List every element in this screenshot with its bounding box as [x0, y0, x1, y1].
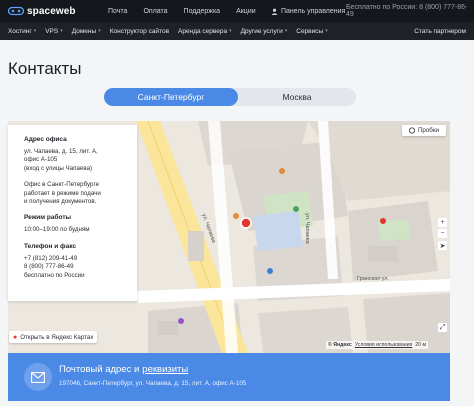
logo[interactable]: spaceweb	[8, 4, 76, 18]
terms-of-use-link[interactable]: Условия использования	[355, 342, 413, 348]
geolocation-button[interactable]: ➤	[438, 241, 447, 250]
services-nav-label: Домены	[71, 27, 97, 35]
fullscreen-button[interactable]: ⤢	[438, 323, 447, 332]
services-nav-item[interactable]: Домены ▾	[72, 28, 101, 35]
address-line: (вход с улицы Чапаева)	[24, 164, 93, 172]
nav-mail[interactable]: Почта	[108, 8, 127, 15]
traffic-light-icon	[408, 127, 415, 134]
postal-address: 197046, Санкт-Петербург, ул. Чапаева, д.…	[59, 380, 247, 387]
phone-free[interactable]: 8 (800) 777-86-49	[24, 263, 127, 271]
street-label-granskaya: Гранская ул.	[357, 276, 390, 282]
user-icon	[271, 8, 278, 15]
zoom-in-button[interactable]: +	[438, 218, 447, 227]
chevron-down-icon: ▾	[284, 28, 288, 34]
postal-address-banner: Почтовый адрес и реквизиты 197046, Санкт…	[8, 353, 450, 401]
top-nav: Почта Оплата Поддержка Акции	[108, 0, 256, 22]
phone-free-note: бесплатно по России	[24, 271, 85, 279]
chevron-down-icon: ▾	[229, 28, 232, 34]
logo-text: spaceweb	[27, 5, 76, 17]
nav-support[interactable]: Поддержка	[184, 8, 221, 15]
services-nav-label: Конструктор сайтов	[109, 27, 170, 35]
address-line: ул. Чапаева, д. 15, лит. А,	[24, 148, 98, 155]
envelope-icon	[24, 363, 52, 391]
services-nav-label: VPS	[45, 27, 59, 35]
phone-local[interactable]: +7 (812) 209-41-49	[24, 255, 127, 263]
spaceweb-logo-icon	[8, 6, 24, 16]
services-nav-label: Аренда сервера	[178, 27, 228, 35]
chevron-down-icon: ▾	[60, 28, 63, 34]
become-partner-link[interactable]: Стать партнером	[414, 22, 466, 40]
zoom-out-button[interactable]: −	[438, 229, 447, 238]
map-scale: 20 м	[415, 342, 427, 348]
open-in-yandex-maps-label: Открыть в Яндекс Картах	[20, 333, 94, 341]
top-bar: spaceweb Почта Оплата Поддержка Акции Па…	[0, 0, 474, 22]
free-call: Бесплатно по России: 8 (800) 777-86-49	[346, 0, 474, 22]
postal-title: Почтовый адрес и реквизиты	[59, 364, 188, 375]
nav-payment[interactable]: Оплата	[143, 8, 167, 15]
services-nav-item[interactable]: VPS ▾	[45, 28, 63, 35]
office-note-line: работает в режиме подачи	[24, 189, 101, 197]
services-nav-items: Хостинг ▾ VPS ▾ Домены ▾ Конструктор сайтов Аре…	[8, 22, 328, 40]
map-pin-icon: ●	[13, 333, 18, 341]
city-switch: Санкт-Петербург Москва	[104, 88, 356, 106]
page-title: Контакты	[8, 59, 82, 78]
yandex-copyright: © Яндекс	[328, 342, 352, 348]
control-panel-label: Панель управления	[281, 7, 346, 15]
open-in-yandex-maps-button[interactable]: ● Открыть в Яндекс Картах	[9, 331, 98, 343]
nav-promotions[interactable]: Акции	[236, 8, 256, 15]
chevron-down-icon: ▾	[98, 28, 101, 34]
services-nav-label: Сервисы	[296, 27, 324, 35]
postal-title-prefix: Почтовый адрес и	[59, 364, 140, 375]
traffic-button[interactable]: Пробки	[402, 125, 446, 136]
office-note-line: и получения документов.	[24, 198, 97, 206]
hours-heading: Режим работы	[24, 214, 72, 222]
office-note-line: Офис в Санкт-Петербурге	[24, 181, 100, 189]
services-nav-item[interactable]: Аренда сервера ▾	[178, 28, 232, 35]
free-call-text: Бесплатно по России: 8 (800) 777-86-49	[346, 4, 468, 18]
chevron-down-icon: ▾	[325, 28, 328, 34]
hours-text: 10:00–19:00 по будням	[24, 226, 90, 234]
street-label-chapaeva-2: ул. Чапаева	[304, 213, 310, 244]
city-tab-moscow[interactable]: Москва	[238, 88, 356, 106]
services-nav-item[interactable]: Другие услуги ▾	[241, 28, 288, 35]
address-line: офис А-105	[24, 156, 58, 164]
requisites-link[interactable]: реквизиты	[142, 364, 188, 375]
city-tab-spb[interactable]: Санкт-Петербург	[104, 88, 238, 106]
office-info-card: Адрес офиса ул. Чапаева, д. 15, лит. А, …	[8, 125, 137, 301]
chevron-down-icon: ▾	[33, 28, 37, 34]
map-attribution: © Яндекс Условия использования 20 м	[326, 341, 429, 349]
services-nav-label: Другие услуги	[240, 27, 283, 35]
services-nav-label: Хостинг	[8, 27, 32, 35]
services-nav: Хостинг ▾ VPS ▾ Домены ▾ Конструктор сайтов Аре…	[0, 22, 474, 40]
services-nav-item[interactable]: Сервисы ▾	[296, 28, 327, 35]
services-nav-item[interactable]: Конструктор сайтов	[110, 28, 169, 35]
address-heading: Адрес офиса	[24, 136, 67, 143]
services-nav-item[interactable]: Хостинг ▾	[8, 28, 36, 35]
phone-heading: Телефон и факс	[24, 242, 77, 250]
traffic-label: Пробки	[417, 127, 440, 134]
control-panel-link[interactable]: Панель управления	[271, 0, 345, 22]
